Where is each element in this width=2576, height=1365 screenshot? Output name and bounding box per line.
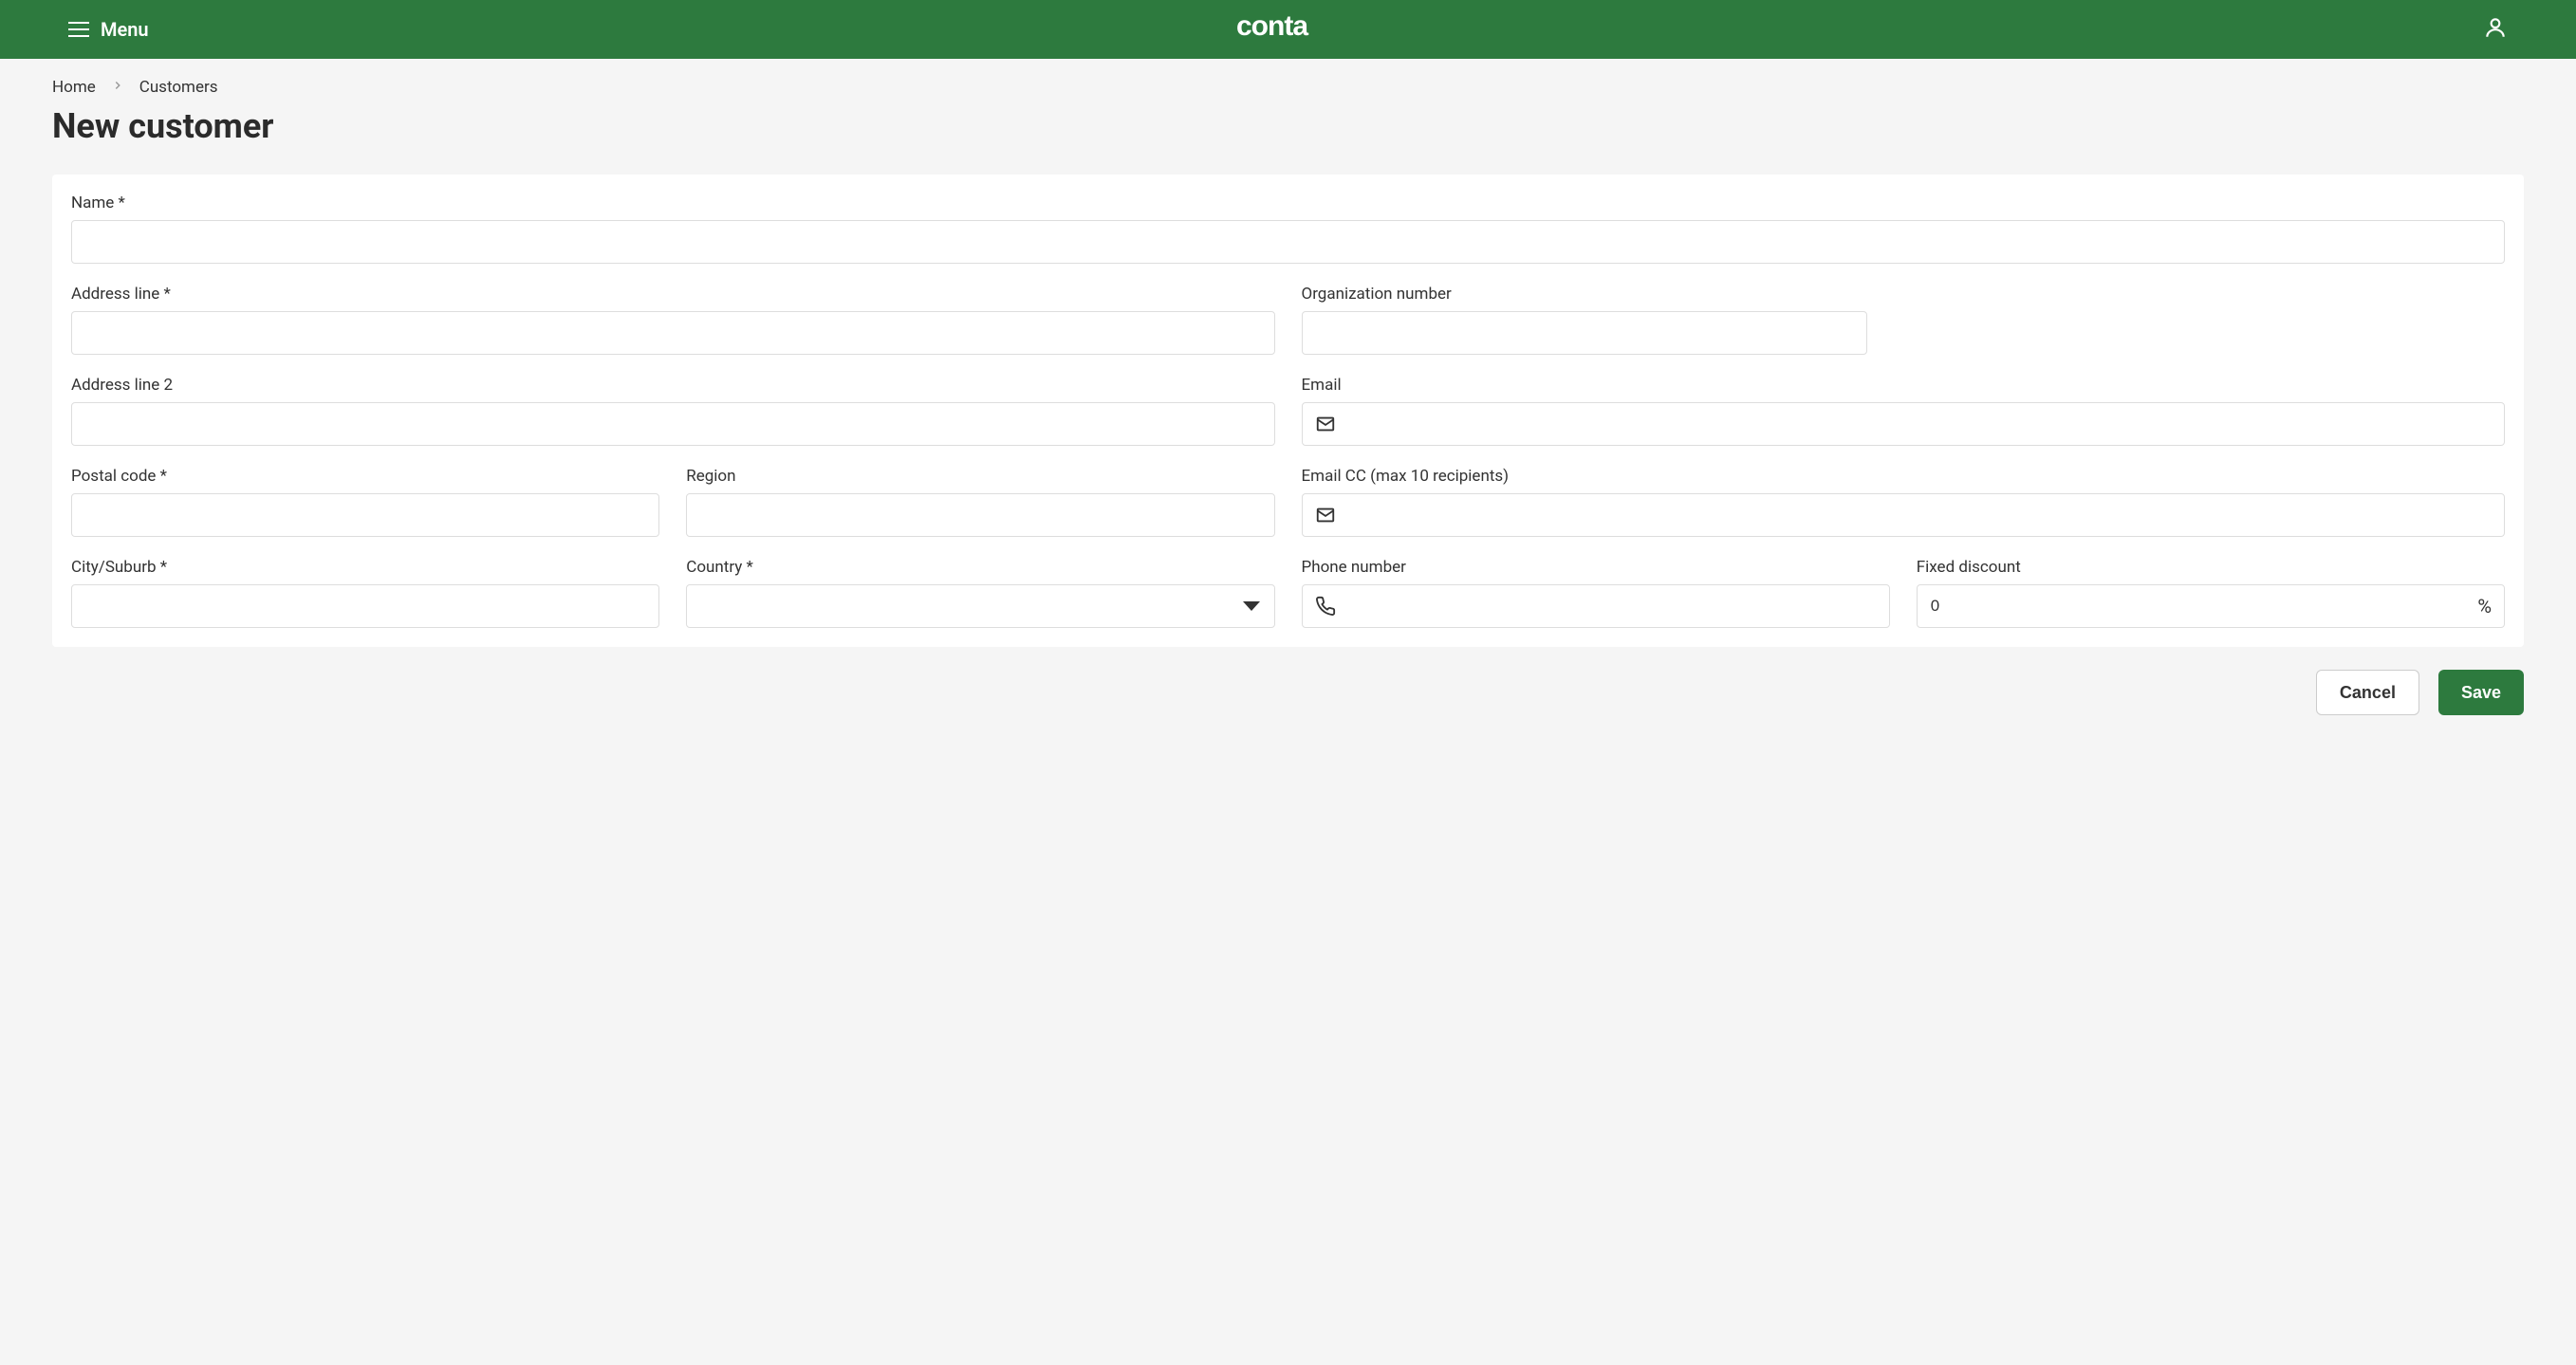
discount-label: Fixed discount [1917,558,2505,577]
svg-text:conta: conta [1236,10,1308,41]
region-label: Region [686,467,1274,486]
name-input[interactable] [71,220,2505,264]
mail-icon [1315,414,1336,434]
user-icon[interactable] [2483,15,2508,44]
address-line2-input[interactable] [71,402,1275,446]
address-line-label: Address line * [71,285,1275,304]
postal-code-input[interactable] [71,493,659,537]
email-cc-input[interactable] [1302,493,2506,537]
percent-icon: % [2477,595,2492,618]
app-header: Menu conta [0,0,2576,59]
address-line2-label: Address line 2 [71,376,1275,395]
org-number-label: Organization number [1302,285,2506,304]
email-cc-label: Email CC (max 10 recipients) [1302,467,2506,486]
chevron-right-icon [111,78,124,97]
button-row: Cancel Save [52,670,2524,715]
discount-input[interactable] [1917,584,2505,628]
breadcrumb-customers[interactable]: Customers [139,78,218,97]
postal-code-label: Postal code * [71,467,659,486]
hamburger-icon [68,22,89,37]
logo[interactable]: conta [1236,10,1341,48]
save-button[interactable]: Save [2438,670,2524,715]
breadcrumb: Home Customers [52,78,2524,97]
name-label: Name * [71,194,2505,212]
country-label: Country * [686,558,1274,577]
phone-input[interactable] [1302,584,1890,628]
org-number-input[interactable] [1302,311,1867,355]
mail-icon [1315,505,1336,526]
city-input[interactable] [71,584,659,628]
page-title: New customer [52,106,2524,146]
city-label: City/Suburb * [71,558,659,577]
address-line-input[interactable] [71,311,1275,355]
form-card: Name * Address line * Address line 2 Pos… [52,175,2524,647]
menu-label: Menu [101,18,149,41]
phone-label: Phone number [1302,558,1890,577]
email-label: Email [1302,376,2506,395]
country-select[interactable] [686,584,1274,628]
phone-icon [1315,596,1336,617]
email-input[interactable] [1302,402,2506,446]
breadcrumb-home[interactable]: Home [52,78,96,97]
region-input[interactable] [686,493,1274,537]
cancel-button[interactable]: Cancel [2316,670,2419,715]
menu-button[interactable]: Menu [68,18,149,41]
